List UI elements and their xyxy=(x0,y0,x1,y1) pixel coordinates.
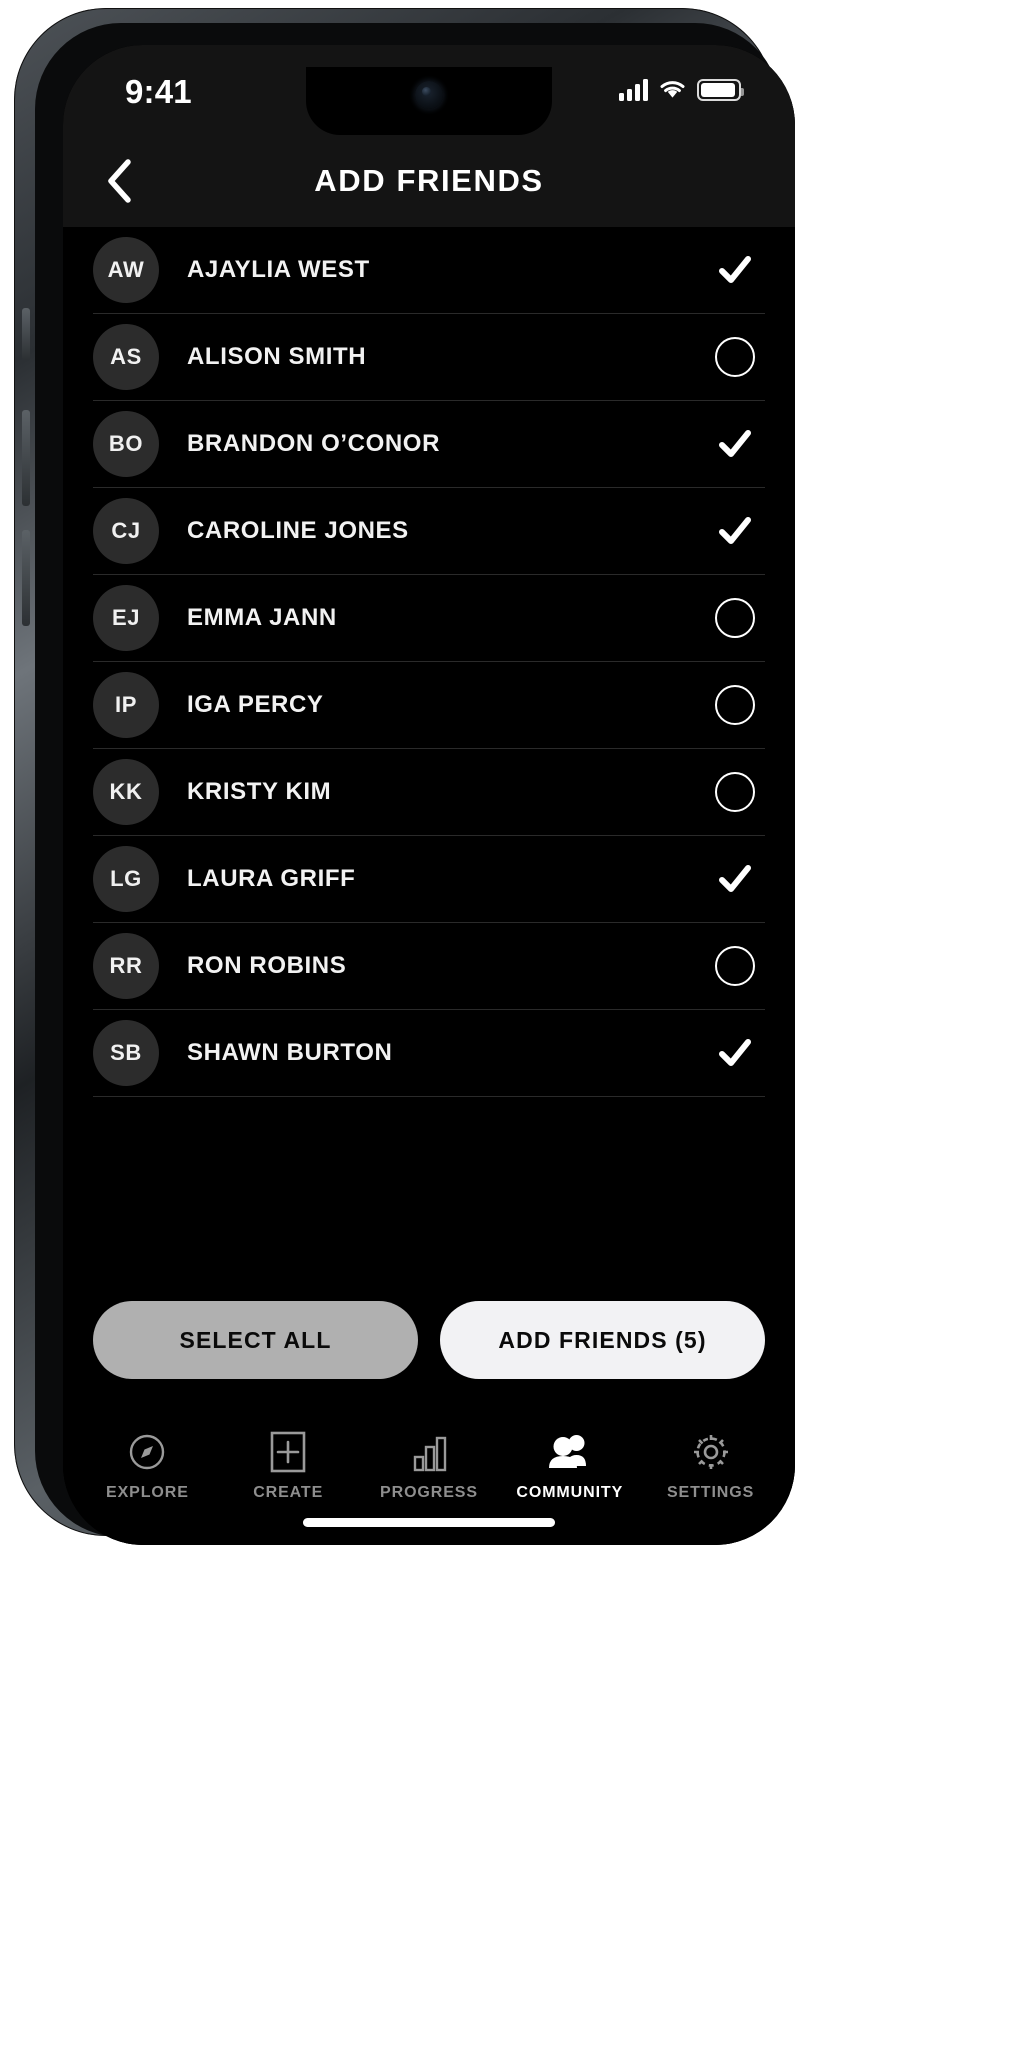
checkmark-icon[interactable] xyxy=(715,511,755,551)
volume-up-button[interactable] xyxy=(22,410,30,506)
avatar: LG xyxy=(93,846,159,912)
friend-row[interactable]: RR RON ROBINS xyxy=(93,923,765,1010)
tab-label: COMMUNITY xyxy=(516,1484,624,1501)
mute-switch[interactable] xyxy=(22,308,30,360)
app-header: ADD FRIENDS xyxy=(63,135,795,227)
page-title: ADD FRIENDS xyxy=(314,163,544,198)
add-friends-button[interactable]: ADD FRIENDS (5) xyxy=(440,1301,765,1379)
avatar: RR xyxy=(93,933,159,999)
friend-name: RON ROBINS xyxy=(187,952,347,979)
notch xyxy=(306,67,552,135)
tab-label: PROGRESS xyxy=(380,1484,478,1501)
friend-row[interactable]: LG LAURA GRIFF xyxy=(93,836,765,923)
tab-community[interactable]: COMMUNITY xyxy=(499,1431,640,1502)
empty-circle-icon[interactable] xyxy=(715,685,755,725)
empty-circle-icon[interactable] xyxy=(715,946,755,986)
friend-name: LAURA GRIFF xyxy=(187,865,356,892)
tab-progress[interactable]: PROGRESS xyxy=(359,1431,500,1502)
volume-down-button[interactable] xyxy=(22,530,30,626)
friend-name: ALISON SMITH xyxy=(187,343,367,370)
action-bar: SELECT ALL ADD FRIENDS (5) xyxy=(63,1301,795,1379)
home-indicator[interactable] xyxy=(303,1518,555,1527)
battery-icon xyxy=(697,79,744,101)
friend-name: IGA PERCY xyxy=(187,691,324,718)
friend-name: SHAWN BURTON xyxy=(187,1039,393,1066)
avatar: SB xyxy=(93,1020,159,1086)
compass-icon xyxy=(127,1431,167,1473)
screenshot-root: 9:41 ADD FRIENDS AW AJAYLIA WEST AS ALIS… xyxy=(0,0,1014,2048)
checkmark-icon[interactable] xyxy=(715,250,755,290)
friend-list[interactable]: AW AJAYLIA WEST AS ALISON SMITH BO BRANDON O’… xyxy=(63,227,795,1301)
avatar: EJ xyxy=(93,585,159,651)
avatar: KK xyxy=(93,759,159,825)
friend-row[interactable]: BO BRANDON O’CONOR xyxy=(93,401,765,488)
gear-icon xyxy=(691,1431,731,1473)
friend-name: EMMA JANN xyxy=(187,604,337,631)
friend-name: AJAYLIA WEST xyxy=(187,256,370,283)
tab-explore[interactable]: EXPLORE xyxy=(77,1431,218,1502)
empty-circle-icon[interactable] xyxy=(715,337,755,377)
empty-circle-icon[interactable] xyxy=(715,598,755,638)
select-all-button[interactable]: SELECT ALL xyxy=(93,1301,418,1379)
friend-row[interactable]: AS ALISON SMITH xyxy=(93,314,765,401)
friend-row[interactable]: IP IGA PERCY xyxy=(93,662,765,749)
status-clock: 9:41 xyxy=(125,73,192,110)
phone-screen: 9:41 ADD FRIENDS AW AJAYLIA WEST AS ALIS… xyxy=(63,45,795,1545)
friend-row[interactable]: KK KRISTY KIM xyxy=(93,749,765,836)
bar-chart-icon xyxy=(409,1431,449,1473)
friend-name: CAROLINE JONES xyxy=(187,517,409,544)
avatar: BO xyxy=(93,411,159,477)
tab-label: EXPLORE xyxy=(106,1484,189,1501)
tab-create[interactable]: CREATE xyxy=(218,1431,359,1502)
friend-row[interactable]: AW AJAYLIA WEST xyxy=(93,227,765,314)
front-camera-icon xyxy=(415,81,443,109)
avatar: AS xyxy=(93,324,159,390)
friend-row[interactable]: SB SHAWN BURTON xyxy=(93,1010,765,1097)
status-icons xyxy=(619,79,744,101)
tab-label: SETTINGS xyxy=(666,1484,755,1501)
app-container: 9:41 ADD FRIENDS AW AJAYLIA WEST AS ALIS… xyxy=(63,45,795,1545)
chevron-left-icon xyxy=(108,159,131,203)
checkmark-icon[interactable] xyxy=(715,1033,755,1073)
friend-row[interactable]: CJ CAROLINE JONES xyxy=(93,488,765,575)
tab-settings[interactable]: SETTINGS xyxy=(640,1431,781,1502)
people-icon xyxy=(547,1431,593,1473)
checkmark-icon[interactable] xyxy=(715,424,755,464)
checkmark-icon[interactable] xyxy=(715,859,755,899)
wifi-icon xyxy=(659,80,686,100)
avatar: AW xyxy=(93,237,159,303)
empty-circle-icon[interactable] xyxy=(715,772,755,812)
friend-name: KRISTY KIM xyxy=(187,778,332,805)
back-button[interactable] xyxy=(91,153,147,209)
friend-name: BRANDON O’CONOR xyxy=(187,430,440,457)
cellular-signal-icon xyxy=(619,79,648,101)
friend-row[interactable]: EJ EMMA JANN xyxy=(93,575,765,662)
avatar: IP xyxy=(93,672,159,738)
square-plus-icon xyxy=(268,1431,308,1473)
tab-label: CREATE xyxy=(253,1484,324,1501)
phone-frame: 9:41 ADD FRIENDS AW AJAYLIA WEST AS ALIS… xyxy=(14,8,795,1545)
phone-bezel: 9:41 ADD FRIENDS AW AJAYLIA WEST AS ALIS… xyxy=(35,23,795,1545)
avatar: CJ xyxy=(93,498,159,564)
